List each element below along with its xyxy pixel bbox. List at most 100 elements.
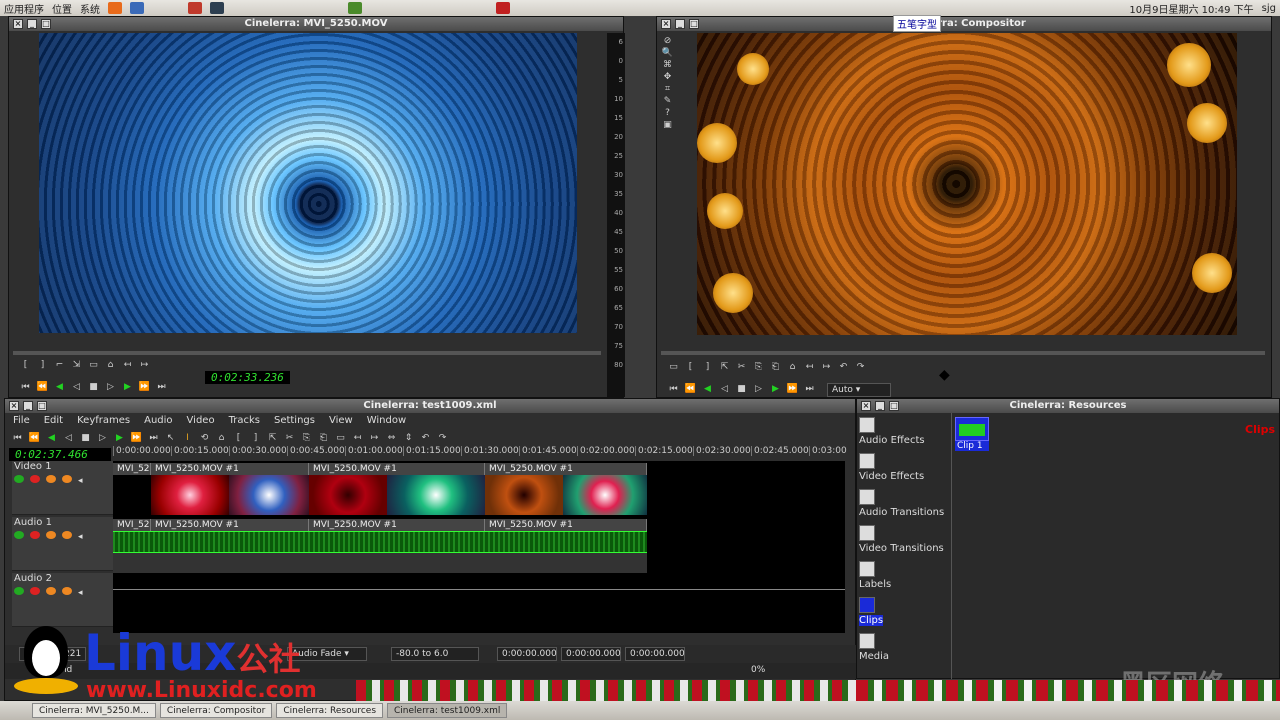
rewind-icon[interactable]: ⏮: [19, 381, 32, 393]
clip-title[interactable]: MVI_5250.MOV #1: [485, 519, 647, 531]
menu-item-audio[interactable]: Audio: [144, 415, 172, 426]
clip-title[interactable]: MVI_5250.MOV #1: [485, 463, 647, 475]
next-label-icon[interactable]: ↦: [138, 359, 151, 371]
clip-title[interactable]: MVI_5250.MOV #1: [151, 519, 309, 531]
close-icon[interactable]: ×: [861, 401, 871, 411]
menu-item-video[interactable]: Video: [187, 415, 215, 426]
time-field[interactable]: 0:00:00.000: [625, 647, 685, 661]
folder-video-transitions[interactable]: Video Transitions: [859, 525, 949, 554]
places-menu[interactable]: 位置: [52, 1, 72, 16]
paste-icon[interactable]: ⎗: [317, 432, 330, 444]
next-label-icon[interactable]: ↦: [820, 361, 833, 373]
apps-menu[interactable]: 应用程序: [4, 1, 44, 16]
play-track-icon[interactable]: [14, 475, 24, 483]
redo-icon[interactable]: ↷: [436, 432, 449, 444]
eyedropper-icon[interactable]: ✎: [661, 95, 674, 107]
record-track-icon[interactable]: [30, 475, 40, 483]
close-icon[interactable]: ×: [13, 19, 23, 29]
menu-item-settings[interactable]: Settings: [274, 415, 315, 426]
fast-reverse-icon[interactable]: ⏪: [684, 383, 697, 395]
out-point-icon[interactable]: ]: [249, 432, 262, 444]
track-head-audio-2[interactable]: Audio 2 ◂: [12, 573, 113, 627]
prev-label-icon[interactable]: ↤: [121, 359, 134, 371]
prev-label-icon[interactable]: ↤: [351, 432, 364, 444]
fast-forward-icon[interactable]: ⏩: [786, 383, 799, 395]
diamond-icon[interactable]: ◆: [939, 367, 950, 383]
safe-region-icon[interactable]: ▣: [661, 119, 674, 131]
clock[interactable]: 10月9日星期六 10:49 下午: [1129, 1, 1253, 16]
record-track-icon[interactable]: [30, 531, 40, 539]
end-icon[interactable]: ⏭: [155, 381, 168, 393]
menu-item-file[interactable]: File: [13, 415, 30, 426]
info-icon[interactable]: ?: [661, 107, 674, 119]
redo-icon[interactable]: ↷: [854, 361, 867, 373]
loop-icon[interactable]: ⟲: [198, 432, 211, 444]
expand-icon[interactable]: ⇕: [402, 432, 415, 444]
copy-icon[interactable]: ⎘: [300, 432, 313, 444]
fast-forward-icon[interactable]: ⏩: [138, 381, 151, 393]
lift-icon[interactable]: ⇱: [266, 432, 279, 444]
menu-item-keyframes[interactable]: Keyframes: [77, 415, 130, 426]
protect-icon[interactable]: ⊘: [661, 35, 674, 47]
maximize-icon[interactable]: □: [689, 19, 699, 29]
frame-back-icon[interactable]: ◁: [70, 381, 83, 393]
folder-clips[interactable]: Clips: [859, 597, 949, 626]
play-icon[interactable]: ▶: [769, 383, 782, 395]
taskbar-item[interactable]: Cinelerra: Compositor: [159, 703, 273, 718]
close-icon[interactable]: ×: [661, 19, 671, 29]
launcher-icon[interactable]: [348, 2, 362, 14]
out-point-icon[interactable]: ]: [36, 359, 49, 371]
menu-item-tracks[interactable]: Tracks: [229, 415, 260, 426]
time-field[interactable]: 0:00:00.000: [497, 647, 557, 661]
timeline-ruler[interactable]: 0:00:00.000 0:00:15.000 0:00:30.000 0:00:45…: [113, 446, 867, 456]
to-clip-icon[interactable]: ▭: [667, 361, 680, 373]
out-point-icon[interactable]: ]: [701, 361, 714, 373]
clip-item[interactable]: Clip 1: [955, 417, 989, 451]
play-icon[interactable]: ▶: [113, 432, 126, 444]
gang-icon[interactable]: [46, 531, 56, 539]
copy-icon[interactable]: ⎘: [752, 361, 765, 373]
viewer-video[interactable]: [39, 33, 577, 333]
label-icon[interactable]: ⌂: [786, 361, 799, 373]
minimize-icon[interactable]: _: [27, 19, 37, 29]
reverse-play-icon[interactable]: ◀: [53, 381, 66, 393]
filezilla-icon[interactable]: [496, 2, 510, 14]
in-point-icon[interactable]: [: [19, 359, 32, 371]
record-track-icon[interactable]: [30, 587, 40, 595]
draw-icon[interactable]: [62, 531, 72, 539]
system-menu[interactable]: 系统: [80, 1, 100, 16]
compositor-video[interactable]: [697, 33, 1237, 335]
terminal-icon[interactable]: [210, 2, 224, 14]
overwrite-icon[interactable]: ⇲: [70, 359, 83, 371]
viewer-progress[interactable]: [13, 351, 601, 355]
folder-audio-transitions[interactable]: Audio Transitions: [859, 489, 949, 518]
launcher-icon[interactable]: [188, 2, 202, 14]
label-icon[interactable]: ⌂: [104, 359, 117, 371]
play-track-icon[interactable]: [14, 531, 24, 539]
end-icon[interactable]: ⏭: [147, 432, 160, 444]
folder-audio-effects[interactable]: Audio Effects: [859, 417, 949, 446]
splice-icon[interactable]: ⌐: [53, 359, 66, 371]
stop-icon[interactable]: ■: [735, 383, 748, 395]
clip-title[interactable]: MVI_52: [113, 519, 151, 531]
stop-icon[interactable]: ■: [79, 432, 92, 444]
ibeam-tool-icon[interactable]: I: [181, 432, 194, 444]
cut-icon[interactable]: ✂: [283, 432, 296, 444]
menu-item-window[interactable]: Window: [367, 415, 406, 426]
to-clip-icon[interactable]: ▭: [334, 432, 347, 444]
stop-icon[interactable]: ■: [87, 381, 100, 393]
minimize-icon[interactable]: _: [675, 19, 685, 29]
zoom-select[interactable]: Auto ▾: [827, 383, 891, 397]
clip-title[interactable]: MVI_5250.MOV #1: [151, 463, 309, 475]
rewind-icon[interactable]: ⏮: [11, 432, 24, 444]
draw-icon[interactable]: [62, 475, 72, 483]
track-head-audio-1[interactable]: Audio 1 ◂: [12, 517, 113, 571]
compositor-progress[interactable]: [661, 351, 1265, 355]
minimize-icon[interactable]: _: [875, 401, 885, 411]
fast-reverse-icon[interactable]: ⏪: [28, 432, 41, 444]
frame-back-icon[interactable]: ◁: [62, 432, 75, 444]
frame-forward-icon[interactable]: ▷: [96, 432, 109, 444]
time-field[interactable]: 0:00:00.000: [561, 647, 621, 661]
cut-icon[interactable]: ✂: [735, 361, 748, 373]
user-name[interactable]: sjg: [1262, 3, 1276, 14]
